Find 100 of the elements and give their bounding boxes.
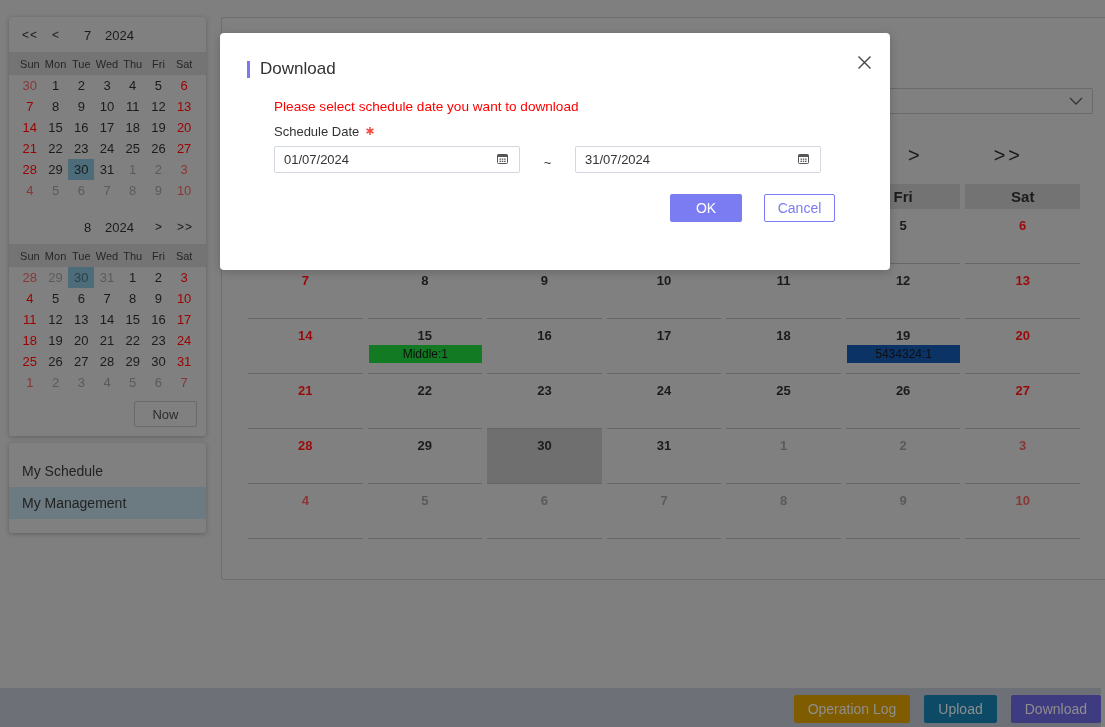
- calendar-day[interactable]: 15 Middle:1: [367, 319, 483, 374]
- date-field[interactable]: 31/07/2024: [575, 146, 821, 173]
- day-cell[interactable]: 29: [119, 351, 146, 372]
- day-cell[interactable]: 4: [17, 288, 43, 309]
- event-bar[interactable]: Middle:1: [368, 345, 483, 363]
- day-cell[interactable]: 8: [119, 288, 146, 309]
- day-cell[interactable]: 10: [94, 96, 120, 117]
- next-year-button[interactable]: >>: [993, 142, 1023, 168]
- day-cell[interactable]: 9: [68, 96, 95, 117]
- day-cell[interactable]: 11: [119, 96, 146, 117]
- day-cell[interactable]: 25: [119, 138, 146, 159]
- day-cell[interactable]: 26: [145, 138, 172, 159]
- year-label[interactable]: 2024: [105, 27, 134, 43]
- calendar-day[interactable]: 17: [606, 319, 722, 374]
- footer-button[interactable]: Upload: [924, 695, 997, 723]
- day-cell[interactable]: 30: [68, 159, 95, 180]
- calendar-day[interactable]: 27: [965, 374, 1080, 429]
- day-cell[interactable]: 25: [17, 351, 43, 372]
- calendar-day[interactable]: 28: [248, 429, 363, 484]
- day-cell[interactable]: 19: [145, 117, 172, 138]
- calendar-day[interactable]: 31: [606, 429, 722, 484]
- close-button[interactable]: [858, 56, 871, 69]
- day-cell[interactable]: 2: [145, 267, 172, 288]
- month-label[interactable]: 8: [84, 219, 105, 235]
- day-cell[interactable]: 4: [119, 75, 146, 96]
- next-year-button[interactable]: >>: [177, 219, 193, 235]
- day-cell[interactable]: 9: [145, 288, 172, 309]
- day-cell[interactable]: 3: [94, 75, 120, 96]
- calendar-day[interactable]: 21: [248, 374, 363, 429]
- day-cell[interactable]: 29: [42, 159, 69, 180]
- day-cell[interactable]: 27: [68, 351, 95, 372]
- day-cell[interactable]: 5: [145, 75, 172, 96]
- menu-item[interactable]: My Schedule: [9, 455, 206, 487]
- day-cell[interactable]: 20: [171, 117, 197, 138]
- day-cell[interactable]: 12: [42, 309, 69, 330]
- day-cell[interactable]: 14: [94, 309, 120, 330]
- day-cell[interactable]: 31: [94, 159, 120, 180]
- day-cell[interactable]: 7: [94, 288, 120, 309]
- day-cell[interactable]: 21: [94, 330, 120, 351]
- calendar-day[interactable]: 18: [726, 319, 841, 374]
- calendar-day[interactable]: 19 5434324:1: [845, 319, 961, 374]
- next-month-button[interactable]: >: [907, 142, 920, 168]
- day-cell[interactable]: 28: [94, 351, 120, 372]
- day-cell[interactable]: 19: [42, 330, 69, 351]
- day-cell[interactable]: 28: [17, 159, 43, 180]
- day-cell[interactable]: 18: [17, 330, 43, 351]
- day-cell[interactable]: 17: [94, 117, 120, 138]
- day-cell[interactable]: 23: [145, 330, 172, 351]
- calendar-day[interactable]: 24: [606, 374, 722, 429]
- day-cell[interactable]: 22: [42, 138, 69, 159]
- day-cell[interactable]: 16: [68, 117, 95, 138]
- day-cell[interactable]: 17: [171, 309, 197, 330]
- calendar-day[interactable]: 26: [845, 374, 961, 429]
- day-cell[interactable]: 27: [171, 138, 197, 159]
- footer-button[interactable]: Download: [1010, 695, 1101, 723]
- calendar-day[interactable]: 6: [965, 209, 1080, 264]
- calendar-day[interactable]: 14: [248, 319, 363, 374]
- now-button[interactable]: Now: [134, 401, 197, 427]
- day-cell[interactable]: 26: [42, 351, 69, 372]
- calendar-day[interactable]: 22: [367, 374, 483, 429]
- day-cell[interactable]: 5: [42, 288, 69, 309]
- menu-item[interactable]: My Management: [9, 487, 206, 519]
- day-cell[interactable]: 22: [119, 330, 146, 351]
- day-cell[interactable]: 1: [42, 75, 69, 96]
- prev-month-button[interactable]: <: [52, 27, 60, 43]
- calendar-day[interactable]: 30: [487, 429, 602, 484]
- day-cell[interactable]: 14: [17, 117, 43, 138]
- day-cell[interactable]: 2: [68, 75, 95, 96]
- day-cell[interactable]: 3: [171, 267, 197, 288]
- day-cell[interactable]: 10: [171, 288, 197, 309]
- calendar-day[interactable]: 13: [965, 264, 1080, 319]
- cancel-button[interactable]: Cancel: [764, 194, 835, 222]
- day-cell[interactable]: 1: [119, 267, 146, 288]
- day-cell[interactable]: 21: [17, 138, 43, 159]
- year-label[interactable]: 2024: [105, 219, 134, 235]
- day-cell[interactable]: 24: [171, 330, 197, 351]
- calendar-day[interactable]: 20: [965, 319, 1080, 374]
- prev-year-button[interactable]: <<: [22, 27, 38, 43]
- day-cell[interactable]: 6: [171, 75, 197, 96]
- calendar-day[interactable]: 16: [487, 319, 602, 374]
- day-cell[interactable]: 31: [171, 351, 197, 372]
- day-cell[interactable]: 30: [145, 351, 172, 372]
- month-label[interactable]: 7: [84, 27, 105, 43]
- day-cell[interactable]: 12: [145, 96, 172, 117]
- day-cell[interactable]: 20: [68, 330, 95, 351]
- day-cell[interactable]: 16: [145, 309, 172, 330]
- day-cell[interactable]: 13: [171, 96, 197, 117]
- day-cell[interactable]: 8: [42, 96, 69, 117]
- day-cell[interactable]: 13: [68, 309, 95, 330]
- day-cell[interactable]: 15: [42, 117, 69, 138]
- day-cell[interactable]: 18: [119, 117, 146, 138]
- day-cell[interactable]: 7: [17, 96, 43, 117]
- day-cell[interactable]: 24: [94, 138, 120, 159]
- day-cell[interactable]: 11: [17, 309, 43, 330]
- day-cell[interactable]: 15: [119, 309, 146, 330]
- calendar-day[interactable]: 25: [726, 374, 841, 429]
- next-month-button[interactable]: >: [154, 219, 162, 235]
- ok-button[interactable]: OK: [670, 194, 742, 222]
- calendar-day[interactable]: 29: [367, 429, 483, 484]
- day-cell[interactable]: 6: [68, 288, 95, 309]
